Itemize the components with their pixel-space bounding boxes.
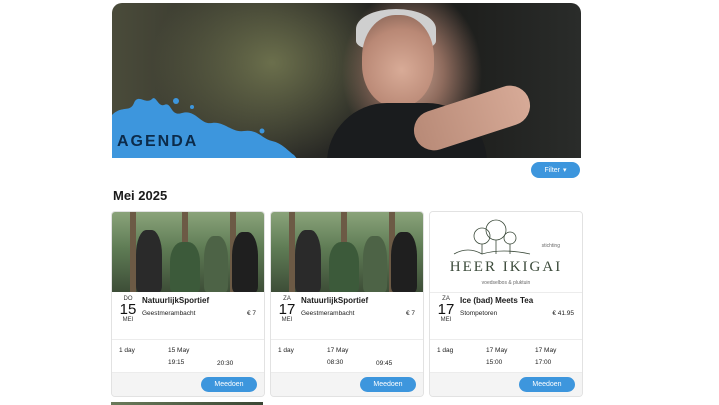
caret-down-icon: ▾ xyxy=(563,167,567,174)
event-start-time: 15:00 xyxy=(486,359,503,366)
event-photo xyxy=(112,212,264,292)
event-location: Stompetoren xyxy=(460,310,498,317)
event-start-time: 19:15 xyxy=(168,359,185,366)
event-end-time: 17:00 xyxy=(535,359,552,366)
tree-illustration-icon xyxy=(453,219,531,255)
event-location: Geestmerambacht xyxy=(301,310,355,317)
event-day: 17 xyxy=(437,301,455,318)
join-button[interactable]: Meedoen xyxy=(360,377,416,392)
event-day: 17 xyxy=(278,301,296,318)
event-start: 15 May 19:15 xyxy=(168,347,189,366)
event-price: € 7 xyxy=(405,310,415,317)
event-price: € 41.95 xyxy=(552,310,574,317)
event-location: Geestmerambacht xyxy=(142,310,196,317)
heer-ikigai-logo: stichting HEER IKIGAI voedselbos & plukt… xyxy=(430,212,582,293)
event-end: 17 May 17:00 xyxy=(535,347,556,366)
event-date-badge: DO 15 MEI xyxy=(118,296,138,323)
event-start: 17 May 08:30 xyxy=(327,347,348,366)
event-start-date: 17 May xyxy=(327,347,349,354)
event-start-time: 08:30 xyxy=(327,359,344,366)
divider xyxy=(430,339,582,340)
event-end-time: 20:30 xyxy=(217,360,234,367)
event-start: 17 May 15:00 xyxy=(486,347,507,366)
event-price: € 7 xyxy=(246,310,256,317)
event-card[interactable]: ZA 17 MEI NatuurlijkSportief Geestmeramb… xyxy=(270,211,424,397)
event-end-date xyxy=(217,347,233,355)
event-end-date xyxy=(376,347,392,355)
event-duration: 1 day xyxy=(119,347,135,354)
filter-button[interactable]: Filter ▾ xyxy=(531,162,580,178)
join-button[interactable]: Meedoen xyxy=(201,377,257,392)
event-date-badge: ZA 17 MEI xyxy=(277,296,297,323)
event-card[interactable]: stichting HEER IKIGAI voedselbos & plukt… xyxy=(429,211,583,397)
event-start-date: 17 May xyxy=(486,347,508,354)
event-card[interactable]: DO 15 MEI NatuurlijkSportief Geestmeramb… xyxy=(111,211,265,397)
event-start-date: 15 May xyxy=(168,347,190,354)
agenda-hero-banner: AGENDA xyxy=(112,3,581,158)
event-duration: 1 day xyxy=(278,347,294,354)
event-end: 09:45 xyxy=(376,347,392,367)
event-end: 20:30 xyxy=(217,347,233,367)
event-title[interactable]: NatuurlijkSportief xyxy=(301,296,368,305)
join-button[interactable]: Meedoen xyxy=(519,377,575,392)
event-end-date: 17 May xyxy=(535,347,557,354)
hero-photo-face xyxy=(362,15,434,107)
event-day: 15 xyxy=(119,301,137,318)
event-title[interactable]: Ice (bad) Meets Tea xyxy=(460,296,533,305)
hero-title: AGENDA xyxy=(117,133,199,150)
filter-label: Filter xyxy=(544,166,561,174)
event-title[interactable]: NatuurlijkSportief xyxy=(142,296,209,305)
month-heading: Mei 2025 xyxy=(113,188,168,203)
event-end-time: 09:45 xyxy=(376,360,393,367)
event-date-badge: ZA 17 MEI xyxy=(436,296,456,323)
divider xyxy=(271,339,423,340)
event-photo xyxy=(271,212,423,292)
divider xyxy=(112,339,264,340)
event-duration: 1 dag xyxy=(437,347,454,354)
